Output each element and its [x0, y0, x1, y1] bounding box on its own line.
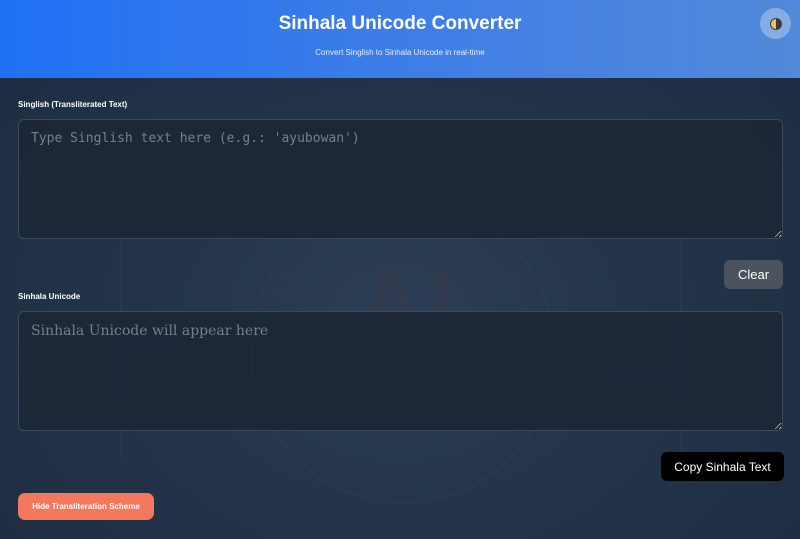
- clear-button[interactable]: Clear: [724, 260, 783, 289]
- singlish-label: Singlish (Transliterated Text): [18, 100, 128, 109]
- theme-toggle-icon: [769, 17, 782, 30]
- copy-sinhala-button[interactable]: Copy Sinhala Text: [661, 452, 784, 481]
- theme-toggle-button[interactable]: [760, 8, 791, 39]
- page-title: Sinhala Unicode Converter: [278, 13, 522, 34]
- sinhala-output[interactable]: [18, 311, 783, 431]
- app-header: Sinhala Unicode Converter Convert Singli…: [0, 0, 800, 78]
- page-subtitle: Convert Singlish to Sinhala Unicode in r…: [315, 48, 485, 57]
- toggle-scheme-button[interactable]: Hide Transliteration Scheme: [18, 493, 154, 520]
- singlish-input[interactable]: [18, 119, 783, 239]
- sinhala-label: Sinhala Unicode: [18, 292, 81, 301]
